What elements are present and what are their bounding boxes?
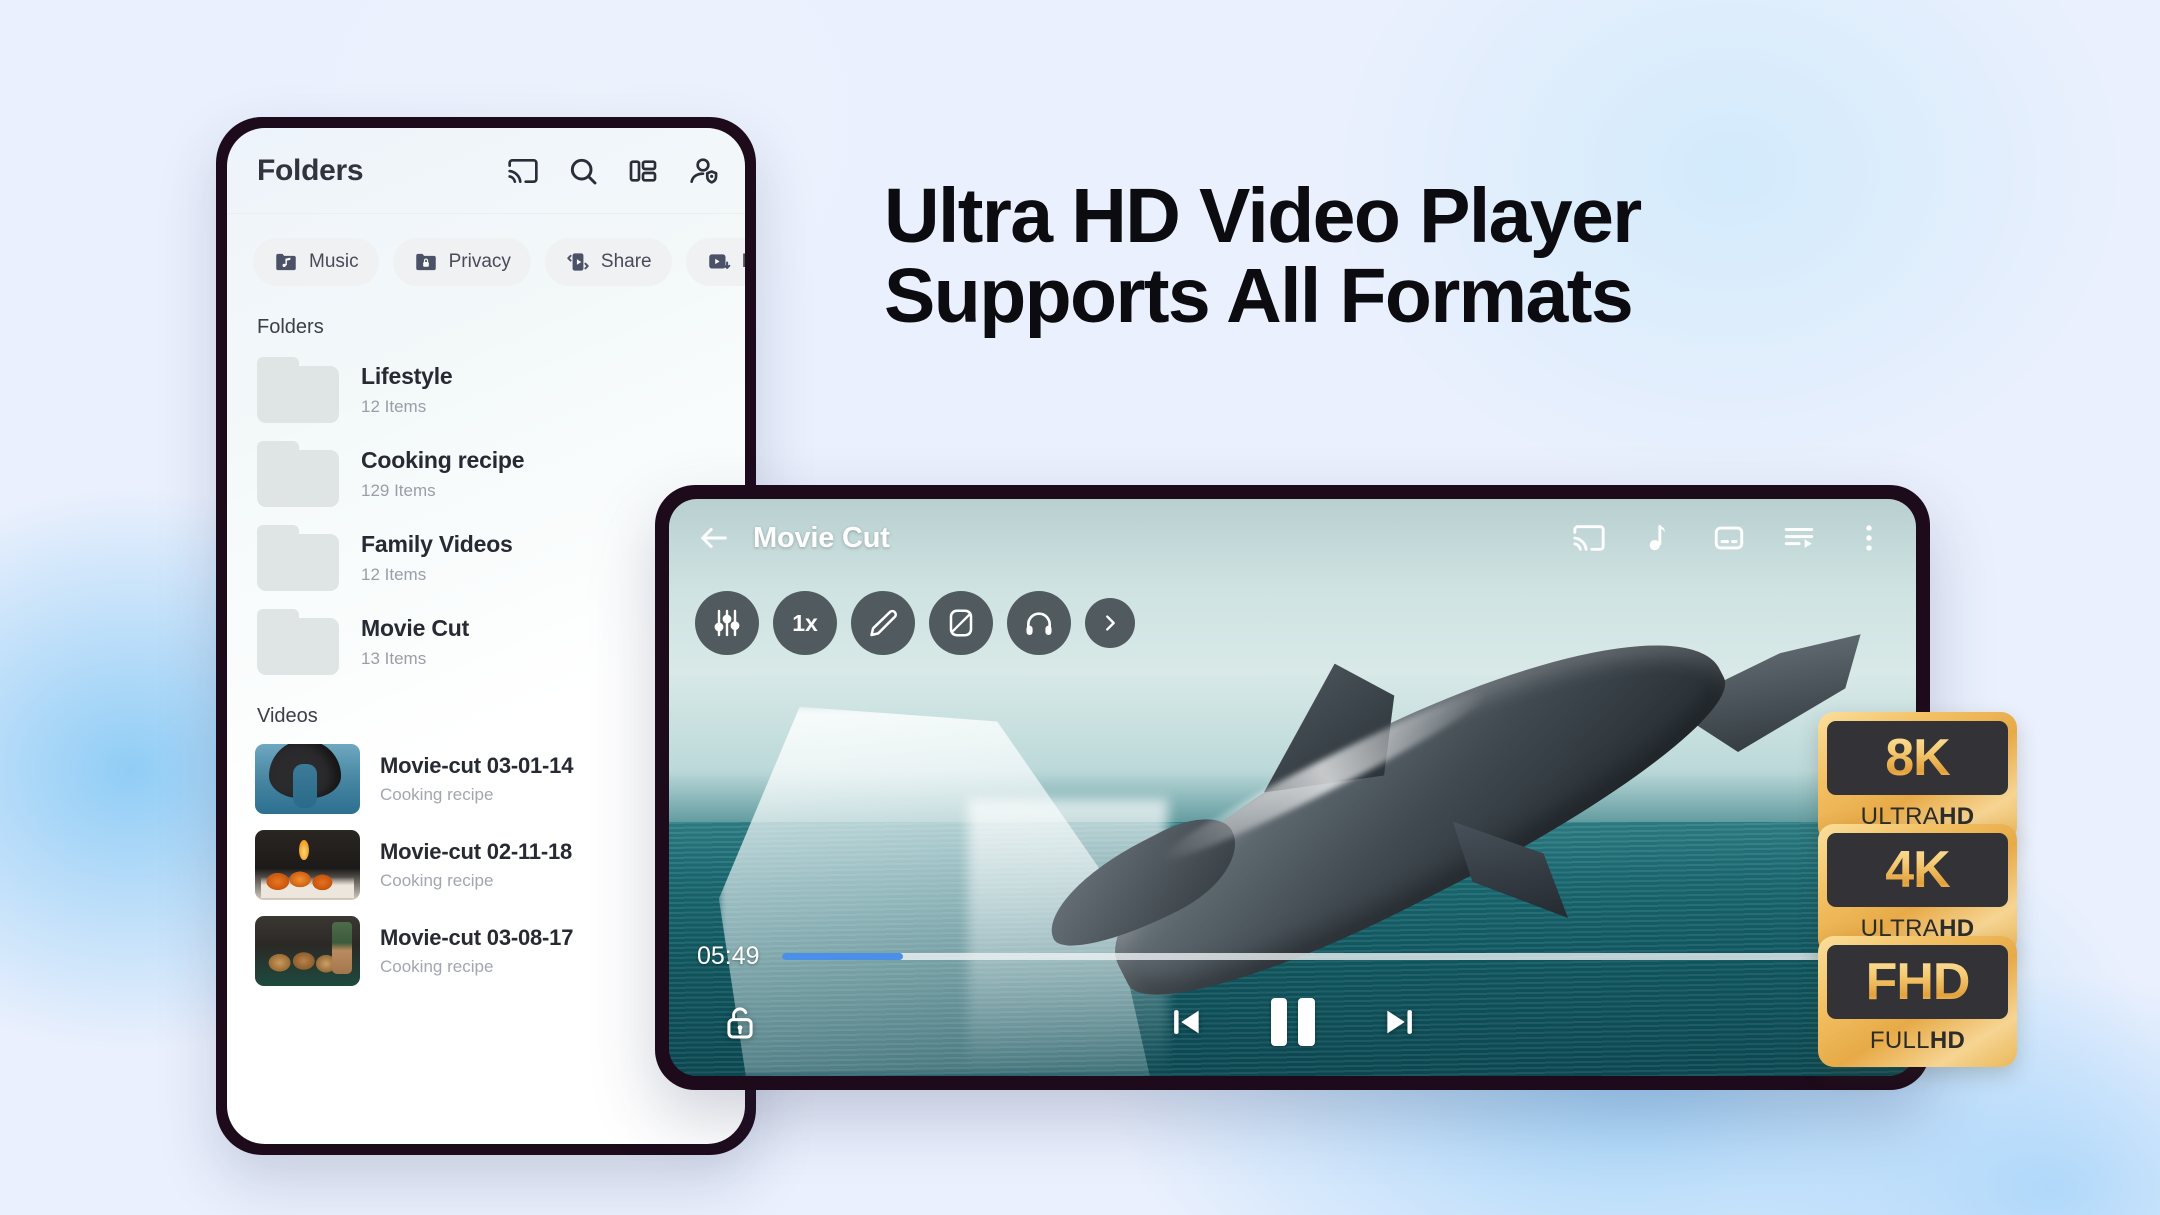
current-time: 05:49 — [697, 942, 760, 970]
expand-chevron-icon — [1099, 612, 1121, 634]
page-title: Folders — [257, 153, 364, 187]
playback-speed-button[interactable]: 1x — [773, 591, 837, 655]
lock-folder-icon — [413, 249, 439, 275]
more-vertical-icon[interactable] — [1852, 521, 1886, 555]
chip-label: Downloaded — [742, 251, 745, 273]
edit-button[interactable] — [851, 591, 915, 655]
badge-resolution: 4K — [1885, 841, 1950, 899]
folder-count: 13 Items — [361, 649, 427, 668]
equalizer-button[interactable] — [695, 591, 759, 655]
playback-speed-label: 1x — [792, 609, 818, 636]
cast-icon[interactable] — [1572, 521, 1606, 555]
progress-track[interactable] — [781, 953, 1888, 960]
folder-icon — [257, 609, 339, 675]
player-top-bar: Movie Cut — [669, 499, 1916, 577]
badge-panel: 8K — [1827, 721, 2008, 795]
folder-icon — [257, 525, 339, 591]
chip-privacy[interactable]: Privacy — [392, 238, 531, 286]
chip-music[interactable]: Music — [253, 238, 379, 286]
next-icon[interactable] — [1381, 1003, 1419, 1041]
chip-label: Music — [309, 251, 359, 272]
header-actions — [507, 155, 719, 187]
chip-downloaded[interactable]: Downloaded — [685, 238, 745, 286]
video-name: Movie-cut 03-01-14 — [380, 753, 574, 778]
video-folder: Cooking recipe — [380, 785, 494, 804]
folder-name: Family Videos — [361, 531, 513, 557]
folder-name: Lifestyle — [361, 363, 453, 389]
layout-view-icon[interactable] — [627, 155, 659, 187]
quality-badge-fhd: FHD FULLHD — [1818, 936, 2017, 1067]
playlist-play-icon[interactable] — [1782, 521, 1816, 555]
badge-subtitle: FULLHD — [1827, 1019, 2008, 1058]
pause-icon[interactable] — [1270, 998, 1315, 1046]
headline-line-2: Supports All Formats — [884, 253, 1634, 340]
video-thumbnail — [255, 744, 360, 814]
cast-icon[interactable] — [507, 155, 539, 187]
player-title: Movie Cut — [753, 521, 890, 554]
person-privacy-icon[interactable] — [687, 155, 719, 187]
tablet-device-frame: Movie Cut 1x 05:49 — [655, 485, 1930, 1090]
folder-count: 129 Items — [361, 481, 436, 500]
player-progress-row: 05:49 — [697, 942, 1888, 971]
search-icon[interactable] — [567, 155, 599, 187]
screen-rotate-button[interactable] — [929, 591, 993, 655]
folder-name: Cooking recipe — [361, 447, 525, 473]
headline-line-1: Ultra HD Video Player — [884, 173, 1642, 259]
video-folder: Cooking recipe — [380, 871, 494, 890]
share-video-icon — [565, 249, 591, 275]
back-arrow-icon[interactable] — [697, 521, 731, 555]
equalizer-icon — [711, 607, 743, 639]
player-controls — [669, 986, 1916, 1058]
video-player-screen[interactable]: Movie Cut 1x 05:49 — [669, 499, 1916, 1076]
edit-pencil-icon — [867, 607, 899, 639]
music-folder-icon — [273, 249, 299, 275]
expand-tools-button[interactable] — [1085, 598, 1135, 648]
folder-name: Movie Cut — [361, 615, 470, 641]
badge-resolution: FHD — [1865, 953, 1971, 1011]
lock-icon[interactable] — [721, 1003, 759, 1041]
dolphin-image — [1031, 577, 1861, 1036]
folder-count: 12 Items — [361, 397, 427, 416]
folders-header: Folders — [227, 128, 745, 214]
badge-subtitle-bold: HD — [1929, 1027, 1966, 1054]
chip-label: Privacy — [448, 251, 511, 272]
player-tool-row: 1x — [695, 591, 1135, 655]
subtitles-icon[interactable] — [1712, 521, 1746, 555]
music-note-icon[interactable] — [1642, 521, 1676, 555]
badge-panel: FHD — [1827, 945, 2008, 1019]
category-chip-row[interactable]: Music Privacy Share — [227, 214, 745, 286]
video-thumbnail — [255, 916, 360, 986]
headphones-icon — [1023, 607, 1055, 639]
chip-share[interactable]: Share — [544, 238, 672, 286]
badge-subtitle-light: FULL — [1869, 1027, 1930, 1054]
folder-icon — [257, 441, 339, 507]
progress-fill — [781, 953, 904, 960]
video-name: Movie-cut 02-11-18 — [380, 839, 573, 864]
transport-controls — [1167, 998, 1419, 1046]
folder-row[interactable]: Lifestyle 12 Items — [227, 339, 745, 423]
download-video-icon — [706, 249, 732, 275]
screen-rotate-icon — [945, 607, 977, 639]
video-name: Movie-cut 03-08-17 — [380, 925, 574, 950]
headphones-button[interactable] — [1007, 591, 1071, 655]
video-thumbnail — [255, 830, 360, 900]
player-header-actions — [1572, 521, 1886, 555]
badge-panel: 4K — [1827, 833, 2008, 907]
previous-icon[interactable] — [1167, 1003, 1205, 1041]
folder-icon — [257, 357, 339, 423]
badge-resolution: 8K — [1885, 729, 1950, 787]
headline: Ultra HD Video Player Supports All Forma… — [884, 176, 1964, 336]
video-folder: Cooking recipe — [380, 957, 494, 976]
section-label-folders: Folders — [257, 316, 324, 338]
chip-label: Share — [600, 251, 652, 272]
folder-count: 12 Items — [361, 565, 427, 584]
